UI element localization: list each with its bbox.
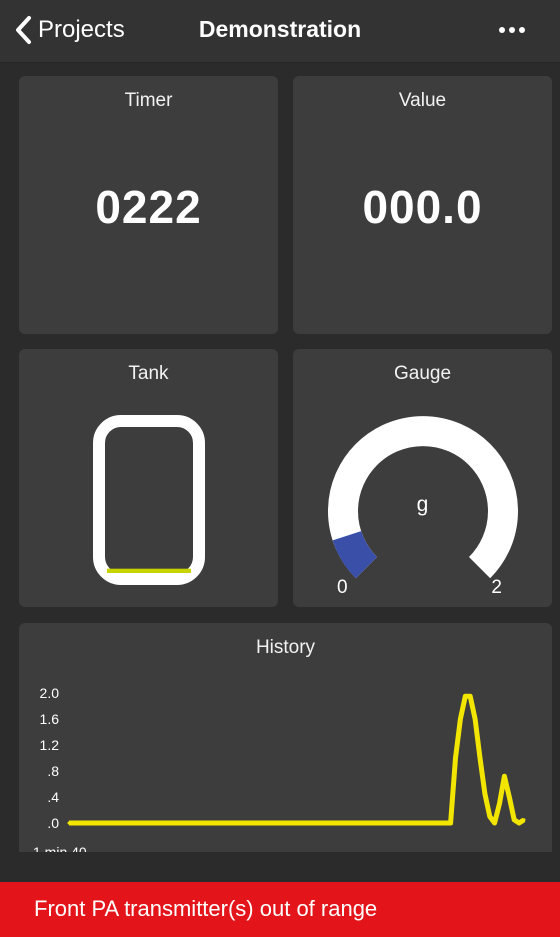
more-dot-icon bbox=[509, 27, 515, 33]
history-data-point bbox=[512, 818, 516, 822]
nav-bar: Projects Demonstration bbox=[0, 0, 560, 63]
value-display: 000.0 bbox=[362, 181, 483, 233]
history-data-point bbox=[517, 821, 521, 825]
bottom-spacer bbox=[0, 852, 560, 882]
history-data-point bbox=[483, 792, 487, 796]
timer-tile[interactable]: Timer 0222 bbox=[19, 76, 278, 334]
y-tick-label: .4 bbox=[47, 789, 59, 805]
history-data-point bbox=[449, 821, 453, 825]
tank-level-fill bbox=[107, 568, 191, 573]
history-data-point bbox=[473, 717, 477, 721]
history-data-point bbox=[458, 717, 462, 721]
history-data-point bbox=[312, 821, 316, 825]
history-data-point bbox=[488, 815, 492, 818]
back-label: Projects bbox=[38, 16, 125, 43]
tank-outline bbox=[93, 415, 205, 585]
y-tick-label: 2.0 bbox=[40, 685, 60, 701]
history-tile[interactable]: History 2.0 1.6 1.2.8.4.0 1 min 40 bbox=[19, 623, 552, 858]
history-data-point bbox=[493, 821, 497, 825]
tank-tile[interactable]: Tank bbox=[19, 349, 278, 607]
timer-value: 0222 bbox=[95, 181, 202, 233]
history-data-point bbox=[361, 821, 364, 825]
history-data-point bbox=[116, 821, 120, 825]
gauge-tile[interactable]: Gauge g 0 2 bbox=[293, 349, 552, 607]
history-data-point bbox=[478, 756, 482, 760]
y-axis-ticks: 2.0 1.6 1.2 .8 .4 .0 bbox=[40, 685, 60, 831]
timer-title: Timer bbox=[124, 90, 173, 111]
more-dot-icon bbox=[519, 27, 525, 33]
history-series-line bbox=[69, 693, 526, 826]
y-tick-label: 1.6 bbox=[40, 711, 60, 727]
history-data-point bbox=[165, 821, 169, 825]
value-title: Value bbox=[398, 90, 447, 111]
history-data-point bbox=[522, 818, 526, 822]
gauge-max-label: 2 bbox=[491, 577, 502, 598]
chevron-left-icon bbox=[16, 16, 31, 44]
back-button[interactable]: Projects bbox=[14, 12, 125, 48]
history-data-point bbox=[410, 821, 413, 825]
y-tick-label: .8 bbox=[47, 763, 59, 779]
more-options-button[interactable] bbox=[494, 18, 530, 42]
gauge-unit: g bbox=[416, 493, 429, 516]
history-data-point bbox=[67, 821, 71, 825]
alert-banner[interactable]: Front PA transmitter(s) out of range bbox=[0, 882, 560, 937]
history-chart: 2.01.61.2.8.4.0 1 min 40 bbox=[33, 685, 526, 858]
history-data-point bbox=[263, 821, 267, 825]
value-tile[interactable]: Value 000.0 bbox=[293, 76, 552, 334]
gauge-graphic bbox=[328, 416, 518, 579]
history-data-point bbox=[468, 694, 472, 698]
history-data-point bbox=[463, 694, 467, 698]
history-data-point bbox=[498, 802, 501, 805]
alert-text: Front PA transmitter(s) out of range bbox=[34, 896, 378, 921]
y-tick-label: .0 bbox=[47, 815, 59, 831]
more-dot-icon bbox=[499, 27, 505, 33]
history-data-point bbox=[214, 821, 218, 825]
history-data-point bbox=[502, 774, 506, 778]
gauge-value-arc bbox=[332, 530, 378, 579]
history-data-point bbox=[454, 756, 457, 760]
y-tick-label: 1.2 bbox=[40, 737, 60, 753]
history-data-point bbox=[507, 795, 511, 799]
tank-graphic bbox=[93, 415, 205, 585]
gauge-min-label: 0 bbox=[337, 577, 348, 598]
